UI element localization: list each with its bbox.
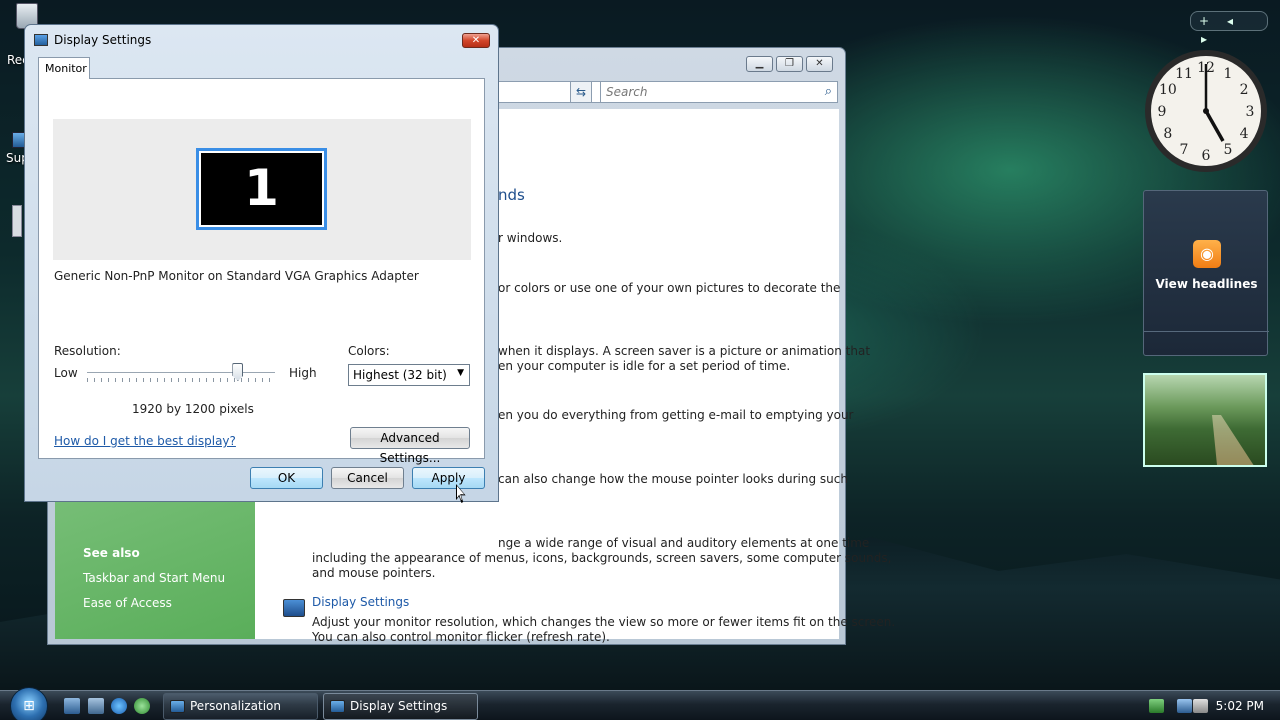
clock-numeral: 3 bbox=[1246, 104, 1255, 120]
clock-numeral: 10 bbox=[1159, 82, 1177, 98]
dialog-title: Display Settings bbox=[54, 33, 152, 47]
forest-path-image bbox=[1212, 415, 1260, 465]
description-line: or colors or use one of your own picture… bbox=[498, 281, 841, 295]
refresh-icon[interactable]: ⇆ bbox=[570, 81, 592, 103]
colors-selected-value: Highest (32 bit) bbox=[353, 368, 447, 382]
description-line: when it displays. A screen saver is a pi… bbox=[498, 344, 871, 358]
volume-muted-icon[interactable] bbox=[1193, 699, 1208, 713]
media-player-icon[interactable] bbox=[134, 698, 150, 714]
chevron-down-icon: ▼ bbox=[457, 368, 464, 378]
display-settings-link[interactable]: Display Settings bbox=[312, 595, 409, 610]
monitor-arrangement-area: 1 bbox=[53, 119, 471, 260]
view-headlines-label[interactable]: View headlines bbox=[1144, 277, 1269, 291]
sidebar-gadget-controls: + ◂▸ bbox=[1190, 11, 1268, 46]
clock-numeral: 2 bbox=[1240, 82, 1249, 98]
colors-label: Colors: bbox=[348, 344, 390, 358]
desktop-item-icon[interactable] bbox=[12, 205, 22, 237]
description-line: nge a wide range of visual and auditory … bbox=[498, 536, 870, 550]
resolution-value: 1920 by 1200 pixels bbox=[132, 402, 254, 416]
monitor-1-icon[interactable]: 1 bbox=[196, 148, 327, 230]
notification-area: 5:02 PM bbox=[1145, 693, 1280, 719]
description-line: and mouse pointers. bbox=[312, 566, 436, 580]
best-display-help-link[interactable]: How do I get the best display? bbox=[54, 434, 236, 448]
security-icon[interactable] bbox=[1149, 699, 1164, 713]
next-gadget-button[interactable]: ▸ bbox=[1191, 30, 1217, 48]
clock-numeral: 8 bbox=[1163, 126, 1172, 142]
slideshow-gadget[interactable] bbox=[1143, 373, 1267, 467]
apply-button[interactable]: Apply bbox=[412, 467, 485, 489]
display-settings-dialog[interactable]: Display Settings ✕ Monitor 1 Generic Non… bbox=[24, 24, 499, 502]
close-button[interactable]: ✕ bbox=[462, 33, 490, 48]
see-also-heading: See also bbox=[83, 546, 140, 560]
search-placeholder: Search bbox=[606, 85, 648, 99]
display-settings-icon bbox=[330, 700, 345, 713]
window-controls: ▁ ❐ ✕ bbox=[746, 56, 833, 72]
clock-numeral: 11 bbox=[1175, 66, 1193, 82]
display-settings-description: You can also control monitor flicker (re… bbox=[312, 630, 610, 644]
resolution-high-label: High bbox=[289, 366, 317, 380]
slider-ticks bbox=[87, 378, 275, 382]
clock-gadget[interactable]: 121234567891011 bbox=[1143, 48, 1269, 174]
search-icon[interactable]: ⌕ bbox=[825, 84, 832, 99]
personalization-icon bbox=[170, 700, 185, 713]
monitor-description: Generic Non-PnP Monitor on Standard VGA … bbox=[54, 269, 419, 283]
maximize-button[interactable]: ❐ bbox=[776, 56, 803, 72]
windows-logo-icon: ⊞ bbox=[23, 698, 35, 714]
display-settings-description: Adjust your monitor resolution, which ch… bbox=[312, 615, 896, 629]
clock-pivot bbox=[1203, 108, 1209, 114]
monitor-number: 1 bbox=[201, 153, 322, 225]
description-line: r windows. bbox=[498, 231, 563, 245]
monitor-tab-panel: 1 Generic Non-PnP Monitor on Standard VG… bbox=[38, 78, 485, 465]
add-gadget-button[interactable]: + bbox=[1191, 12, 1217, 30]
tab-monitor[interactable]: Monitor bbox=[38, 57, 90, 79]
internet-explorer-icon[interactable] bbox=[111, 698, 127, 714]
taskbar-display-settings[interactable]: Display Settings bbox=[323, 693, 478, 720]
taskbar-button-label: Display Settings bbox=[350, 699, 448, 713]
clock-time[interactable]: 5:02 PM bbox=[1216, 699, 1264, 713]
network-icon[interactable] bbox=[1177, 699, 1192, 713]
resolution-label: Resolution: bbox=[54, 344, 121, 358]
minimize-button[interactable]: ▁ bbox=[746, 56, 773, 72]
advanced-settings-button[interactable]: Advanced Settings... bbox=[350, 427, 470, 465]
divider bbox=[1144, 331, 1269, 332]
clock-numeral: 7 bbox=[1180, 142, 1189, 158]
cancel-button[interactable]: Cancel bbox=[331, 467, 404, 489]
clock-numeral: 6 bbox=[1202, 148, 1211, 164]
clock-numeral: 1 bbox=[1224, 66, 1233, 82]
description-line: can also change how the mouse pointer lo… bbox=[498, 472, 848, 486]
previous-gadget-button[interactable]: ◂ bbox=[1217, 12, 1243, 30]
switch-windows-icon[interactable] bbox=[88, 698, 104, 714]
ok-button[interactable]: OK bbox=[250, 467, 323, 489]
start-button[interactable]: ⊞ bbox=[10, 687, 48, 720]
display-settings-icon bbox=[34, 34, 48, 46]
description-line: en you do everything from getting e-mail… bbox=[498, 408, 854, 422]
resolution-slider[interactable] bbox=[87, 372, 275, 374]
search-input[interactable]: Search ⌕ bbox=[600, 81, 838, 103]
show-desktop-icon[interactable] bbox=[64, 698, 80, 714]
resolution-low-label: Low bbox=[54, 366, 78, 380]
clock-numeral: 4 bbox=[1240, 126, 1249, 142]
clock-numeral: 5 bbox=[1224, 142, 1233, 158]
taskbar-button-label: Personalization bbox=[190, 699, 281, 713]
taskbar-personalization[interactable]: Personalization bbox=[163, 693, 318, 720]
close-button[interactable]: ✕ bbox=[806, 56, 833, 72]
clock-numeral: 9 bbox=[1158, 104, 1167, 120]
ease-of-access-link[interactable]: Ease of Access bbox=[83, 596, 172, 610]
address-bar[interactable]: ▼ bbox=[494, 81, 614, 103]
page-title: nds bbox=[498, 186, 525, 204]
description-line: including the appearance of menus, icons… bbox=[312, 551, 892, 565]
taskbar-start-menu-link[interactable]: Taskbar and Start Menu bbox=[83, 571, 225, 585]
rss-icon: ◉ bbox=[1193, 240, 1221, 268]
colors-dropdown[interactable]: Highest (32 bit) ▼ bbox=[348, 364, 470, 386]
display-settings-icon bbox=[283, 599, 305, 617]
description-line: en your computer is idle for a set perio… bbox=[498, 359, 791, 373]
feed-headlines-gadget[interactable]: ◉ View headlines bbox=[1143, 190, 1269, 356]
taskbar: ⊞ Personalization Display Settings 5:02 … bbox=[0, 687, 1280, 720]
